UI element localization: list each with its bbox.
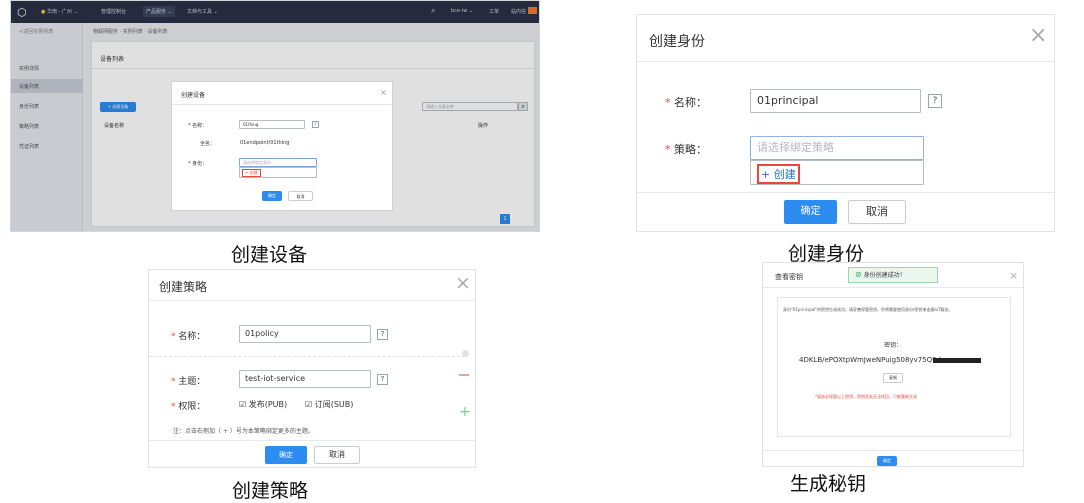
- help-icon[interactable]: ?: [312, 121, 319, 128]
- check-circle-icon: ⊘: [855, 270, 862, 279]
- view-key-dialog: 查看密钥 ⊘ 身份创建成功！ × 身份"01principal"的密钥生成成功，…: [762, 262, 1024, 467]
- dialog-divider: [172, 104, 392, 105]
- key-value: 4DKLB/ePOXtpWmJweNPuig508yv75Q9d: [799, 356, 942, 364]
- section-divider: [149, 356, 465, 357]
- fullname-value: 01endpoint/01thing: [240, 140, 290, 146]
- close-icon[interactable]: ×: [1029, 23, 1047, 48]
- key-card: [777, 297, 1011, 437]
- dialog-divider: [763, 287, 1023, 288]
- dialog-title: 查看密钥: [775, 273, 803, 281]
- create-identity-dialog: 创建身份 × * 名称： 01principal ? * 策略： 请选择绑定策略…: [636, 14, 1055, 232]
- help-icon[interactable]: ?: [928, 94, 942, 108]
- add-topic-icon[interactable]: +: [459, 404, 471, 420]
- create-device-dialog: 创建设备 × * 名称： 01thing ? 全名： 01endpoint/01…: [171, 81, 393, 211]
- policy-select[interactable]: 请选择绑定策略: [750, 136, 924, 160]
- create-policy-link[interactable]: + 创建: [757, 164, 800, 184]
- key-label: 密钥：: [884, 342, 903, 349]
- close-icon[interactable]: ×: [455, 272, 471, 294]
- footer-divider: [763, 450, 1023, 451]
- create-policy-dialog: 创建策略 × * 名称： 01policy ? * 主题： test-iot-s…: [148, 269, 476, 468]
- permission-label: * 权限：: [171, 402, 206, 412]
- create-identity-link[interactable]: + 创建: [242, 169, 261, 177]
- name-input[interactable]: 01thing: [239, 120, 305, 129]
- ok-button[interactable]: 确定: [265, 446, 307, 464]
- close-icon[interactable]: ×: [1009, 269, 1018, 282]
- caption-generate-key: 生成秘钥: [790, 473, 867, 495]
- fullname-label: 全名：: [200, 141, 216, 147]
- cancel-button[interactable]: 取消: [288, 191, 313, 201]
- name-label: * 名称：: [665, 96, 707, 109]
- topic-label: * 主题：: [171, 377, 206, 387]
- dialog-title: 创建策略: [159, 280, 208, 294]
- cancel-button[interactable]: 取消: [314, 446, 360, 464]
- identity-select[interactable]: 请选择绑定身份: [239, 158, 317, 167]
- sub-checkbox[interactable]: ☑ 订阅(SUB): [305, 399, 353, 410]
- dialog-divider: [637, 61, 1054, 62]
- caption-create-device: 创建设备: [231, 244, 308, 266]
- pub-checkbox[interactable]: ☑ 发布(PUB): [239, 399, 287, 410]
- copy-button[interactable]: 复制: [883, 373, 903, 383]
- help-icon[interactable]: ?: [377, 374, 388, 385]
- name-label: * 名称：: [171, 332, 206, 342]
- name-input[interactable]: 01policy: [239, 325, 371, 343]
- dialog-title: 创建身份: [649, 34, 705, 50]
- note-text: 注：点击右侧加（ + ）号为本策略绑定更多的主题。: [173, 428, 314, 435]
- redaction-bar: [933, 358, 981, 363]
- topic-input[interactable]: test-iot-service: [239, 370, 371, 388]
- dialog-title: 创建设备: [181, 92, 206, 99]
- success-toast: ⊘ 身份创建成功！: [848, 267, 938, 283]
- ok-button[interactable]: 确定: [877, 456, 897, 466]
- warning-text: *请务必保管以上密钥，密钥丢失无法找回，只能重新生成: [815, 394, 917, 399]
- name-input[interactable]: 01principal: [750, 89, 921, 113]
- policy-label: * 策略：: [665, 143, 707, 156]
- dialog-divider: [149, 300, 475, 301]
- footer-divider: [637, 192, 1054, 193]
- description-text: 身份"01principal"的密钥生成成功，请妥善保管密钥，你将需要使用身份/…: [783, 307, 953, 312]
- ok-button[interactable]: 确定: [262, 191, 282, 201]
- help-icon[interactable]: ?: [377, 329, 388, 340]
- cancel-button[interactable]: 取消: [848, 200, 906, 224]
- close-icon[interactable]: ×: [380, 88, 387, 97]
- create-device-screenshot: ⬡ ● 华南 - 广州 ⌄ 管理控制台 产品服务 ⌄ 文档与工具 ⌄ ⌕ bce…: [10, 0, 540, 232]
- name-label: * 名称：: [188, 123, 208, 129]
- remove-topic-icon[interactable]: [459, 374, 469, 376]
- identity-label: * 身份：: [188, 161, 208, 167]
- ok-button[interactable]: 确定: [784, 200, 837, 224]
- caption-create-policy: 创建策略: [232, 480, 309, 502]
- footer-divider: [149, 440, 475, 441]
